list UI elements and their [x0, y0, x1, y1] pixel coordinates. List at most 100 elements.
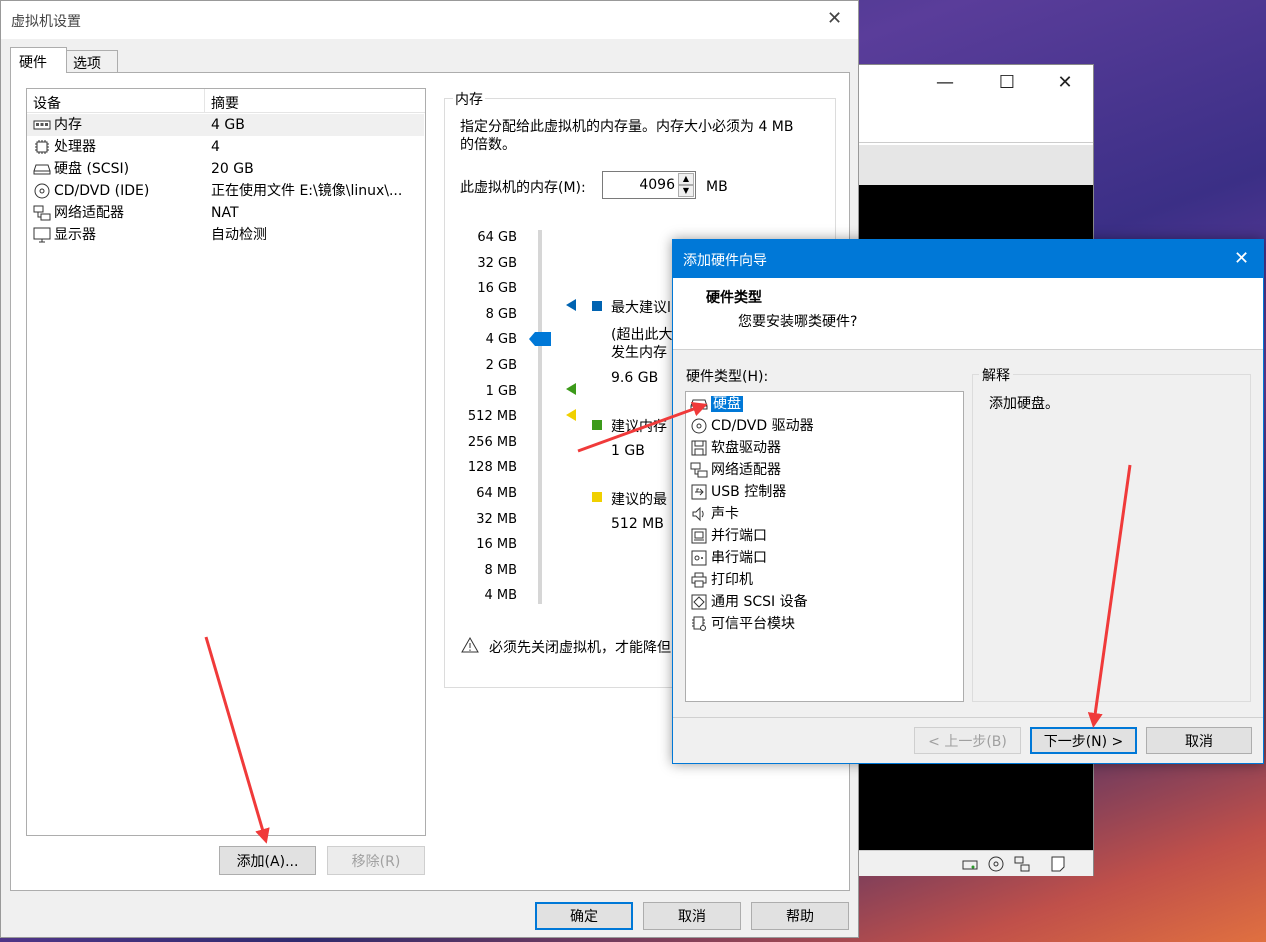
network-icon: [690, 462, 708, 478]
hardware-item-label: 声卡: [711, 506, 739, 522]
column-device[interactable]: 设备: [33, 93, 61, 113]
tick-label: 4 MB: [484, 588, 517, 604]
warning-icon: [461, 637, 479, 653]
device-summary: 正在使用文件 E:\镜像\linux\...: [211, 183, 403, 199]
device-name: 显示器: [54, 227, 96, 243]
cd-dvd-icon: [34, 183, 50, 199]
bg-tabstrip: [859, 145, 1093, 185]
max-rec-note2: 发生内存: [611, 345, 667, 361]
remove-device-button[interactable]: 移除(R): [327, 846, 425, 875]
min-rec-value: 512 MB: [611, 516, 664, 532]
device-row-hard-disk[interactable]: 硬盘 (SCSI) 20 GB: [27, 158, 424, 180]
device-row-network[interactable]: 网络适配器 NAT: [27, 202, 424, 224]
memory-up-arrow[interactable]: ▲: [678, 173, 694, 185]
memory-unit: MB: [706, 179, 728, 195]
tick-label: 2 GB: [485, 358, 517, 373]
hardware-item-network[interactable]: 网络适配器: [690, 459, 781, 481]
hardware-item-scsi[interactable]: 通用 SCSI 设备: [690, 591, 808, 613]
serial-port-icon: [691, 550, 707, 566]
device-list-header: 设备 摘要: [27, 89, 425, 113]
tab-hardware[interactable]: 硬件: [10, 47, 67, 73]
device-row-monitor[interactable]: 显示器 自动检测: [27, 224, 424, 246]
network-icon: [33, 205, 51, 221]
memory-label: 此虚拟机的内存(M):: [460, 180, 586, 196]
device-row-cpu[interactable]: 处理器 4: [27, 136, 424, 158]
explanation-group: 解释 添加硬盘。: [972, 365, 1251, 702]
floppy-icon: [691, 440, 707, 456]
device-name: 内存: [54, 117, 82, 133]
status-disk-icon[interactable]: [961, 855, 979, 873]
wizard-cancel-button[interactable]: 取消: [1146, 727, 1252, 754]
max-rec-marker-icon: [566, 299, 576, 311]
wizard-close-button[interactable]: ✕: [1234, 248, 1249, 269]
memory-down-arrow[interactable]: ▼: [678, 185, 694, 197]
device-name: 网络适配器: [54, 205, 124, 221]
ok-button[interactable]: 确定: [535, 902, 633, 930]
warning-text: 必须先关闭虚拟机，才能降但: [489, 640, 671, 656]
hardware-type-label: 硬件类型(H):: [686, 369, 769, 385]
wizard-title: 添加硬件向导: [683, 253, 767, 269]
hardware-item-tpm[interactable]: 可信平台模块: [690, 613, 795, 635]
help-button[interactable]: 帮助: [751, 902, 849, 930]
max-rec-value: 9.6 GB: [611, 370, 659, 386]
hardware-item-cd-dvd[interactable]: CD/DVD 驱动器: [690, 415, 814, 437]
rec-marker-icon: [566, 383, 576, 395]
hardware-item-hard-disk[interactable]: 硬盘: [690, 393, 743, 415]
hardware-item-label: 通用 SCSI 设备: [711, 594, 808, 610]
max-rec-swatch: [592, 301, 602, 311]
device-row-cd-dvd[interactable]: CD/DVD (IDE) 正在使用文件 E:\镜像\linux\...: [27, 180, 424, 202]
next-button[interactable]: 下一步(N) >: [1030, 727, 1137, 754]
bg-minimize-button[interactable]: —: [922, 65, 968, 99]
memory-slider-thumb[interactable]: [529, 332, 551, 346]
hardware-item-floppy[interactable]: 软盘驱动器: [690, 437, 781, 459]
tab-options[interactable]: 选项: [66, 50, 118, 73]
hardware-item-serial[interactable]: 串行端口: [690, 547, 767, 569]
column-summary[interactable]: 摘要: [211, 93, 239, 113]
device-list: 设备 摘要 内存 4 GB 处理器 4 硬盘 (SCSI) 20 GB CD/D…: [26, 88, 426, 836]
status-note-icon[interactable]: [1049, 855, 1067, 873]
min-rec-label: 建议的最: [611, 492, 667, 508]
memory-slider-track[interactable]: [538, 230, 542, 604]
device-summary: 20 GB: [211, 161, 254, 177]
settings-title: 虚拟机设置: [11, 14, 81, 30]
cd-dvd-icon: [691, 418, 707, 434]
min-rec-marker-icon: [566, 409, 576, 421]
hardware-item-label: 硬盘: [711, 396, 743, 412]
hardware-item-label: CD/DVD 驱动器: [711, 418, 814, 434]
memory-input[interactable]: [605, 175, 675, 195]
device-summary: 4: [211, 139, 220, 155]
hardware-item-parallel[interactable]: 并行端口: [690, 525, 767, 547]
settings-close-button[interactable]: ✕: [827, 8, 842, 29]
memory-group-title: 内存: [453, 89, 485, 109]
tick-label: 64 GB: [477, 230, 517, 245]
add-device-button[interactable]: 添加(A)...: [219, 846, 316, 875]
speaker-icon: [692, 506, 704, 522]
status-network-icon[interactable]: [1013, 855, 1031, 873]
tick-label: 32 GB: [477, 255, 517, 271]
min-rec-swatch: [592, 492, 602, 502]
hardware-item-usb[interactable]: USB 控制器: [690, 481, 786, 503]
tpm-icon: [692, 616, 706, 631]
wizard-heading: 硬件类型: [706, 290, 762, 306]
hardware-item-label: 可信平台模块: [711, 616, 795, 632]
memory-description-line1: 指定分配给此虚拟机的内存量。内存大小必须为 4 MB: [460, 119, 794, 135]
cancel-button[interactable]: 取消: [643, 902, 741, 930]
tick-label: 32 MB: [476, 511, 517, 527]
memory-stepper[interactable]: ▲ ▼: [602, 171, 696, 199]
status-cd-icon[interactable]: [987, 855, 1005, 873]
hardware-item-label: 并行端口: [711, 528, 767, 544]
hardware-item-printer[interactable]: 打印机: [690, 569, 753, 591]
back-button[interactable]: < 上一步(B): [914, 727, 1021, 754]
memory-description-line2: 的倍数。: [460, 137, 516, 153]
device-summary: 自动检测: [211, 227, 267, 243]
device-name: 硬盘 (SCSI): [54, 161, 130, 177]
device-row-memory[interactable]: 内存 4 GB: [27, 114, 424, 136]
max-rec-label: 最大建议l: [611, 300, 671, 316]
bg-close-button[interactable]: ✕: [1042, 65, 1088, 99]
bg-titlebar: — ☐ ✕: [859, 65, 1093, 101]
tick-label: 256 MB: [467, 434, 517, 450]
hardware-item-sound[interactable]: 声卡: [690, 503, 739, 525]
bg-maximize-button[interactable]: ☐: [984, 65, 1030, 99]
hardware-type-list: 硬盘 CD/DVD 驱动器 软盘驱动器 网络适配器 USB 控制器 声卡 并行端…: [685, 391, 964, 702]
tick-label: 16 GB: [477, 281, 517, 297]
